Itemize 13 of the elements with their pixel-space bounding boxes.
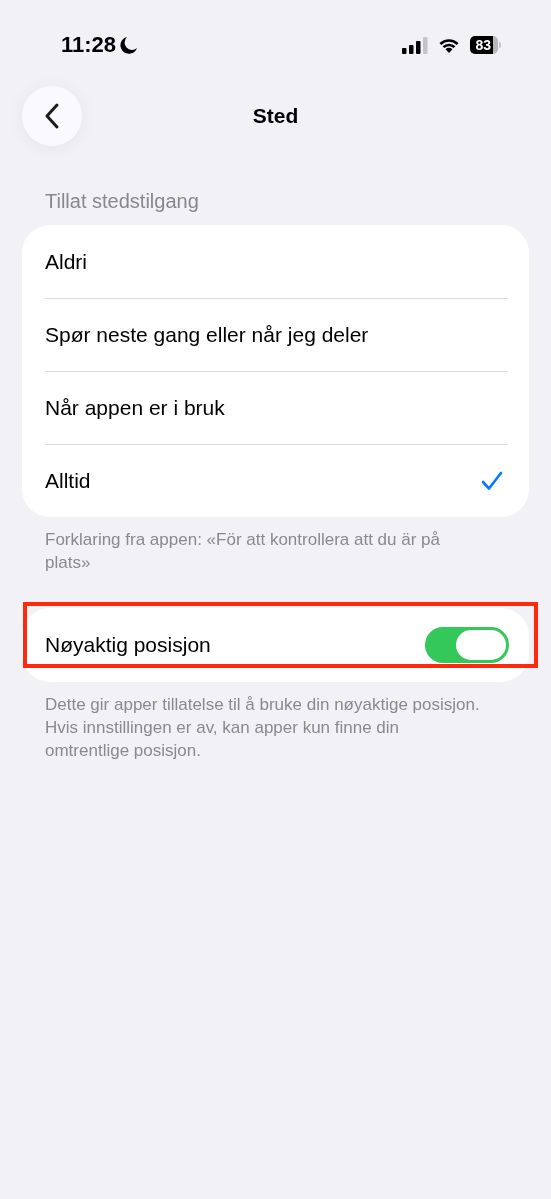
status-time: 11:28 [61,32,117,58]
section-footer: Dette gir apper tillatelse til å bruke din nøyaktige posisjon. Hvis innstillingen er av, kan apper kun finne din omtrentlige posisjon. [45,693,485,762]
option-row[interactable]: Alltid [22,444,529,517]
page-title: Sted [252,104,299,128]
section-footer: Forklaring fra appen: «För att kontrollera att du är på plats» [45,528,485,574]
section-header: Tillat stedstilgang [45,190,200,214]
setting-row: Nøyaktig posisjon [22,608,529,682]
chevron-left-icon [44,102,60,130]
option-row[interactable]: Når appen er i bruk [22,371,529,444]
toggle-switch[interactable] [425,627,509,663]
option-row[interactable]: Aldri [22,225,529,298]
option-row[interactable]: Spør neste gang eller når jeg deler [22,298,529,371]
signal-icon [402,36,429,54]
